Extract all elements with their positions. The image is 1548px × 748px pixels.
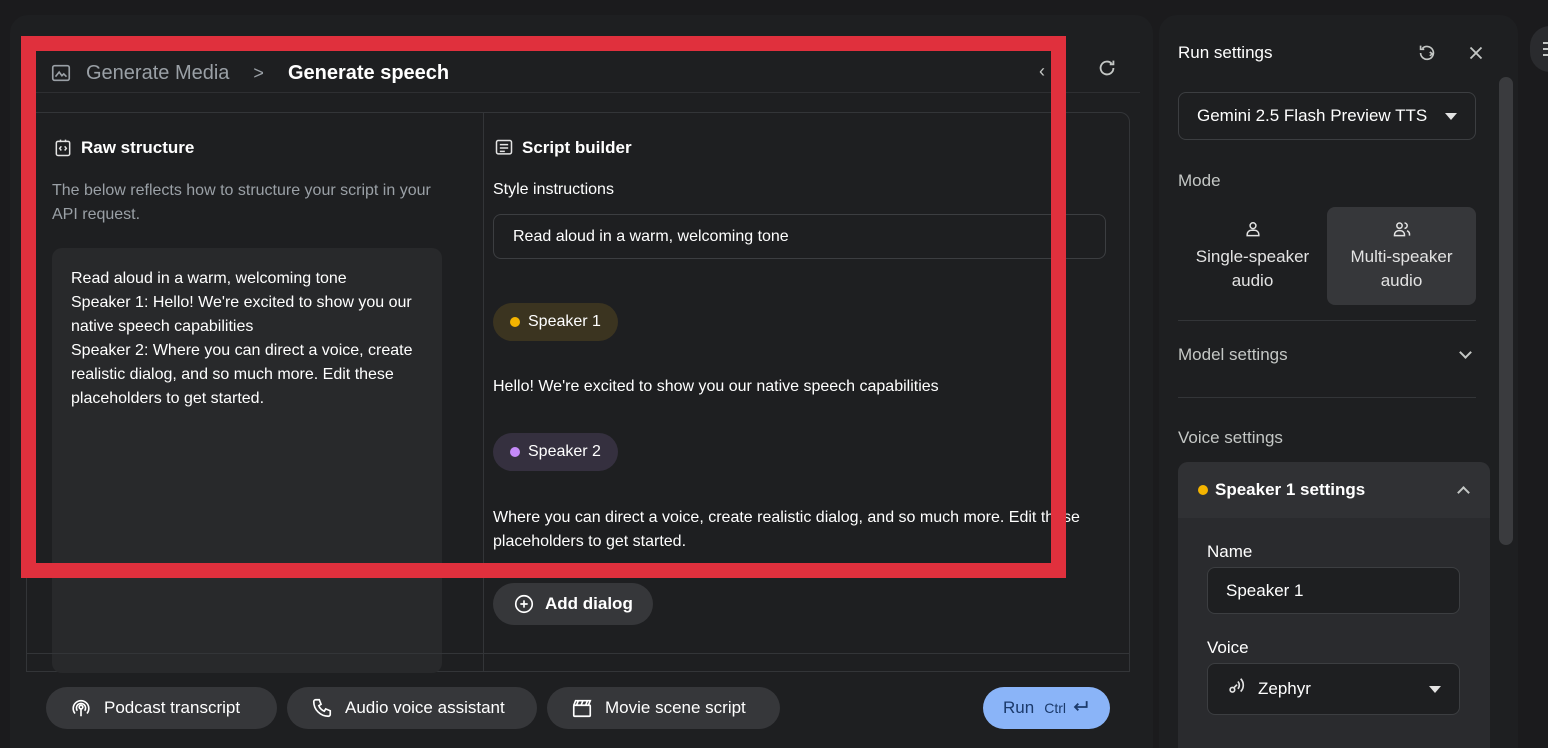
speaker-1-chip[interactable]: Speaker 1 xyxy=(493,303,618,341)
voice-settings-label: Voice settings xyxy=(1178,428,1283,447)
page-title: Generate speech xyxy=(287,61,450,84)
raw-structure-content: Read aloud in a warm, welcoming tone Spe… xyxy=(52,248,442,673)
preset-podcast-transcript[interactable]: Podcast transcript xyxy=(46,687,277,729)
settings-scrollbar[interactable] xyxy=(1499,77,1513,545)
style-instructions-input[interactable]: Read aloud in a warm, welcoming tone xyxy=(493,214,1106,259)
list-icon xyxy=(494,138,514,158)
run-settings-panel: Run settings Gemini 2.5 Flash Preview TT… xyxy=(1159,15,1518,748)
main-workspace: Generate Media > Generate speech ‹ Raw s… xyxy=(10,15,1153,748)
dropdown-arrow-icon xyxy=(1429,685,1441,693)
speaker-1-chip-label: Speaker 1 xyxy=(528,313,601,330)
chevron-down-icon xyxy=(1459,346,1472,359)
run-label: Run xyxy=(1003,698,1035,717)
person-icon xyxy=(1243,219,1263,245)
add-circle-icon xyxy=(513,593,535,615)
breadcrumb-separator: > xyxy=(253,62,264,83)
run-shortcut: Ctrl xyxy=(1044,697,1090,720)
dropdown-arrow-icon xyxy=(1445,112,1457,120)
run-shortcut-label: Ctrl xyxy=(1044,700,1066,716)
speaker-2-chip-label: Speaker 2 xyxy=(528,443,601,460)
preset-audio-voice-assistant[interactable]: Audio voice assistant xyxy=(287,687,537,729)
speaker-1-settings-dot xyxy=(1198,485,1208,495)
speaker-2-chip[interactable]: Speaker 2 xyxy=(493,433,618,471)
speaker-name-input[interactable]: Speaker 1 xyxy=(1207,567,1460,614)
add-dialog-button[interactable]: Add dialog xyxy=(493,583,653,625)
media-icon xyxy=(50,62,72,84)
dialog-2-text[interactable]: Where you can direct a voice, create rea… xyxy=(493,506,1093,554)
speaker-1-dot xyxy=(510,317,520,327)
chevron-left-icon[interactable]: ‹ xyxy=(1032,59,1052,83)
speaker-2-dot xyxy=(510,447,520,457)
dialog-1-text[interactable]: Hello! We're excited to show you our nat… xyxy=(493,375,1093,399)
mode-label: Mode xyxy=(1178,171,1221,190)
settings-divider xyxy=(1178,397,1476,398)
preset-podcast-label: Podcast transcript xyxy=(104,698,241,717)
model-settings-label: Model settings xyxy=(1178,345,1288,364)
preset-movie-scene-label: Movie scene script xyxy=(605,698,746,717)
model-select[interactable]: Gemini 2.5 Flash Preview TTS xyxy=(1178,92,1476,140)
raw-structure-title: Raw structure xyxy=(53,138,194,158)
mode-single-label: Single-speaker audio xyxy=(1195,247,1310,290)
mode-multi-speaker[interactable]: Multi-speaker audio xyxy=(1327,207,1476,305)
voice-wave-icon xyxy=(1226,676,1248,703)
header-divider xyxy=(36,92,1140,93)
voice-label: Voice xyxy=(1207,638,1249,657)
speaker-1-settings-card: Speaker 1 settings Name Speaker 1 Voice … xyxy=(1178,462,1490,748)
preset-voice-assistant-label: Audio voice assistant xyxy=(345,698,505,717)
settings-divider xyxy=(1178,320,1476,321)
script-builder-label: Script builder xyxy=(522,138,632,157)
voice-select-value: Zephyr xyxy=(1258,679,1311,698)
model-settings-toggle[interactable]: Model settings xyxy=(1178,345,1472,365)
model-select-value: Gemini 2.5 Flash Preview TTS xyxy=(1197,106,1428,125)
chevron-up-icon xyxy=(1457,486,1470,499)
column-divider xyxy=(483,113,484,671)
preset-movie-scene-script[interactable]: Movie scene script xyxy=(547,687,780,729)
breadcrumb-parent[interactable]: Generate Media xyxy=(86,62,229,85)
content-panel: Raw structure The below reflects how to … xyxy=(26,112,1130,673)
people-icon xyxy=(1392,219,1412,245)
add-dialog-label: Add dialog xyxy=(545,594,633,613)
enter-key-icon xyxy=(1070,697,1090,720)
run-settings-title: Run settings xyxy=(1178,43,1273,62)
raw-structure-text: Read aloud in a warm, welcoming tone Spe… xyxy=(71,270,413,407)
breadcrumb: Generate Media > Generate speech xyxy=(50,53,449,93)
raw-structure-description: The below reflects how to structure your… xyxy=(52,182,431,223)
voice-select[interactable]: Zephyr xyxy=(1207,663,1460,715)
code-icon xyxy=(53,138,73,158)
run-button[interactable]: Run Ctrl xyxy=(983,687,1110,729)
raw-structure-label: Raw structure xyxy=(81,138,195,157)
footer-divider xyxy=(26,653,1130,654)
speaker-1-settings-header[interactable]: Speaker 1 settings xyxy=(1178,462,1490,518)
mode-single-speaker[interactable]: Single-speaker audio xyxy=(1178,207,1327,305)
script-builder-title: Script builder xyxy=(494,138,632,158)
clapperboard-icon xyxy=(571,697,593,719)
name-label: Name xyxy=(1207,542,1253,561)
style-instructions-label: Style instructions xyxy=(493,181,614,198)
phone-icon xyxy=(311,697,333,719)
speaker-1-settings-title: Speaker 1 settings xyxy=(1215,480,1366,499)
podcast-icon xyxy=(70,697,92,719)
reset-settings-icon[interactable] xyxy=(1416,42,1440,66)
mode-multi-label: Multi-speaker audio xyxy=(1350,247,1453,290)
menu-icon[interactable] xyxy=(1543,40,1548,58)
refresh-icon[interactable] xyxy=(1094,55,1120,81)
close-icon[interactable] xyxy=(1465,42,1487,64)
